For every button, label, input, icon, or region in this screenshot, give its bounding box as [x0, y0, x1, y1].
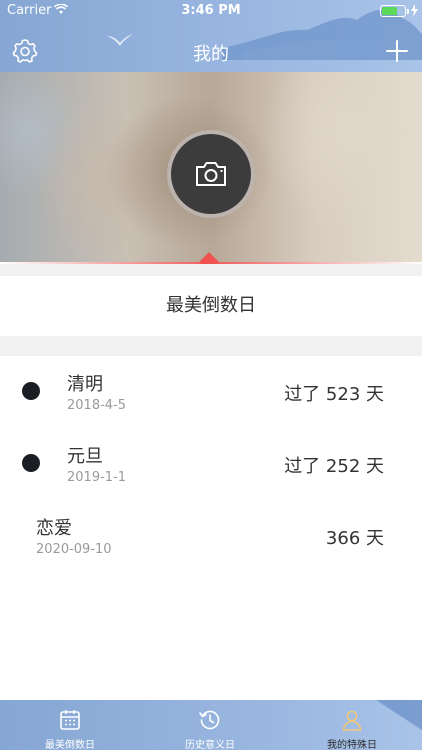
event-date: 2018-4-5 [67, 398, 127, 413]
charging-icon [411, 4, 418, 17]
battery-level [382, 7, 397, 15]
tab-label: 最美倒数日 [45, 740, 95, 750]
event-list: 清明 2018-4-5 过了 523 天元旦 2019-1-1 过了 252 天恋爱 20… [0, 356, 422, 572]
tab-history[interactable]: 历史意义日 [140, 700, 280, 750]
battery-icon [380, 5, 406, 17]
status-bar: Carrier 3:46 PM [0, 0, 422, 22]
tab-bar: 最美倒数日 历史意义日 我的特殊日 [0, 700, 422, 750]
history-icon [199, 710, 220, 730]
plus-icon[interactable] [386, 40, 408, 62]
section-title: 最美倒数日 [0, 276, 422, 336]
calendar-icon [60, 710, 80, 730]
bullet-dot [22, 382, 40, 400]
event-name: 恋爱 [36, 518, 72, 539]
tab-label: 我的特殊日 [327, 740, 377, 750]
tab-label: 历史意义日 [185, 740, 235, 750]
status-time: 3:46 PM [181, 3, 241, 18]
spacer [0, 336, 422, 356]
tab-special-days[interactable]: 我的特殊日 [282, 700, 422, 750]
event-name: 元旦 [67, 446, 103, 467]
camera-button[interactable] [167, 130, 255, 218]
top-bar: Carrier 3:46 PM 我的 [0, 0, 422, 72]
bullet-dot [22, 454, 40, 472]
event-day-count: 366 天 [325, 528, 384, 549]
battery-tip [407, 9, 409, 14]
photo-banner [0, 72, 422, 262]
person-icon [342, 710, 362, 731]
event-day-count: 过了 252 天 [284, 456, 384, 477]
tab-countdown[interactable]: 最美倒数日 [0, 700, 140, 750]
event-day-count: 过了 523 天 [284, 384, 384, 405]
list-item[interactable]: 恋爱 2020-09-10 366 天 [0, 500, 422, 572]
spacer [0, 264, 422, 276]
event-name: 清明 [67, 374, 103, 395]
list-item[interactable]: 元旦 2019-1-1 过了 252 天 [0, 428, 422, 500]
camera-icon [196, 162, 226, 186]
list-item[interactable]: 清明 2018-4-5 过了 523 天 [0, 356, 422, 428]
event-date: 2019-1-1 [67, 470, 127, 485]
page-title: 我的 [193, 44, 229, 65]
event-date: 2020-09-10 [36, 542, 112, 557]
